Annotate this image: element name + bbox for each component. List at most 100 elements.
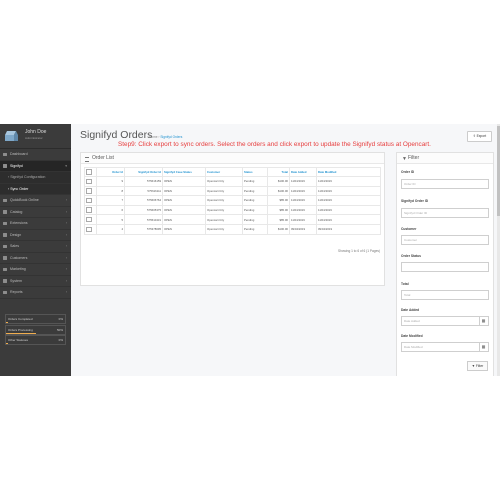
sidebar-item-customers[interactable]: Customers › [0,253,71,264]
column-header[interactable]: Date Added [289,167,317,177]
sidebar-item-marketing[interactable]: Marketing › [0,264,71,276]
date-modified-input[interactable]: Date Modified ▦ [401,342,489,352]
sidebar-item-label: Signifyd [10,163,23,168]
date-modified-label: Date Modified [401,334,423,338]
status-cell: Pending [242,176,268,187]
status-cell: Pending [242,195,268,206]
total-cell: $85.00 [267,214,290,225]
sidebar-item-label: QuickBook Online [10,198,39,202]
stat-label: Other Statuses [8,338,29,342]
filter-button[interactable]: ▼ Filter [467,361,488,371]
sidebar-item-system[interactable]: System › [0,276,71,287]
sidebar: John Doe Administrator Dashboard Signify… [0,124,71,376]
breadcrumb: Home › Signifyd Orders [149,135,182,139]
case-status-cell: OPEN [162,195,206,206]
breadcrumb-current[interactable]: Signifyd Orders [160,135,182,139]
order-status-label: Order Status [401,254,421,258]
sidebar-item-sales[interactable]: Sales › [0,241,71,253]
row-checkbox[interactable] [84,223,97,235]
status-cell: Pending [242,223,268,235]
calendar-icon[interactable]: ▦ [479,317,487,325]
pagination-summary: Showing 1 to 6 of 6 (1 Pages) [338,249,380,253]
sidebar-item-label: Reports [10,290,23,294]
date-added-input[interactable]: Date Added ▦ [401,316,489,326]
breadcrumb-home[interactable]: Home [149,135,158,139]
row-checkbox[interactable] [84,204,97,216]
row-checkbox[interactable] [84,195,97,206]
customer-cell: Opencart City [205,195,243,206]
sidebar-item-design[interactable]: Design › [0,230,71,241]
progress-bar [6,332,36,334]
column-header[interactable]: Signifyd Case Status [162,167,206,177]
customer-cell: Opencart City [205,176,243,187]
stat-label: Orders Completed [8,317,33,321]
date-added-cell: 11/04/2019 [289,176,317,187]
sidebar-item-catalog[interactable]: Catalog › [0,207,71,218]
stat-orders-completed: Orders Completed 0% [5,314,66,324]
column-header[interactable]: Date Modified [316,167,381,177]
signifyd-order-id-cell: 575616111 [124,185,163,197]
total-label: Total [401,282,409,286]
row-checkbox[interactable] [84,214,97,225]
sidebar-item-label: Customers [10,255,28,260]
sidebar-item-label: Design [10,232,22,237]
table-row: 6 575605375 OPEN Opencart City Pending $… [84,204,381,216]
date-modified-cell: 09/04/2019 [316,223,381,235]
chevron-right-icon: › [65,209,67,214]
signifyd-order-id-cell: 575510431 [124,214,163,225]
case-status-cell: OPEN [162,214,206,225]
customer-cell: Opencart City [205,185,243,197]
column-header[interactable]: Customer [205,167,243,177]
sidebar-item-dashboard[interactable]: Dashboard [0,149,71,161]
column-header[interactable]: Order Id [96,167,125,177]
order-id-cell: 7 [96,195,125,206]
sidebar-item-quickbook-online[interactable]: QuickBook Online › [0,195,71,207]
user-icon [3,256,7,260]
signifyd-order-id-input[interactable]: Signifyd Order ID [401,208,489,218]
customer-label: Customer [401,227,417,231]
sidebar-item-label: Dashboard [10,152,28,156]
date-added-cell: 11/04/2019 [289,195,317,206]
order-id-cell: 4 [96,223,125,235]
order-status-select[interactable] [401,262,489,272]
gear-icon [3,279,7,283]
signifyd-order-id-label: Signifyd Order ID [401,199,429,203]
chevron-right-icon: › [65,232,67,237]
stat-value: 0% [58,338,63,342]
user-profile[interactable]: John Doe Administrator [0,124,71,149]
chevron-right-icon: › [65,198,67,202]
select-all-checkbox[interactable] [84,167,97,177]
page-title: Signifyd Orders [80,129,153,141]
column-header[interactable]: Signifyd Order Id [124,167,163,177]
sidebar-item-signifyd[interactable]: Signifyd ▾ [0,160,71,172]
order-id-cell: 8 [96,185,125,197]
sidebar-item-extensions[interactable]: Extensions › [0,218,71,230]
order-id-cell: 6 [96,204,125,216]
row-checkbox[interactable] [84,185,97,197]
avatar [5,131,18,141]
sidebar-item-reports[interactable]: Reports › [0,287,71,299]
date-modified-cell: 11/04/2019 [316,195,381,206]
column-header[interactable]: Status [242,167,268,177]
sidebar-item-label: System [10,278,22,283]
date-added-cell: 09/04/2019 [289,223,317,235]
sidebar-item-signifyd-configuration[interactable]: › Signifyd Configuration [0,172,71,184]
table-row: 4 575378695 OPEN Opencart City Pending $… [84,223,381,235]
sidebar-item-label: Marketing [10,267,26,271]
sidebar-item-sync-order[interactable]: › Sync Order [0,183,71,195]
customer-input[interactable]: Customer [401,235,489,245]
signifyd-order-id-cell: 575378695 [124,223,163,235]
filter-button-label: Filter [475,364,484,368]
order-id-cell: 5 [96,214,125,225]
chevron-right-icon: › [65,244,67,248]
row-checkbox[interactable] [84,176,97,187]
column-header[interactable]: Total [267,167,290,177]
export-button[interactable]: ⇧ Export [467,131,492,142]
stat-value: 50% [56,327,63,332]
total-cell: $100.00 [267,223,290,235]
order-id-input[interactable]: Order ID [401,179,489,189]
calendar-icon[interactable]: ▦ [479,343,487,351]
total-input[interactable]: Total [401,290,489,300]
shield-icon [3,164,7,168]
sidebar-item-label: Signifyd Configuration [10,175,46,179]
